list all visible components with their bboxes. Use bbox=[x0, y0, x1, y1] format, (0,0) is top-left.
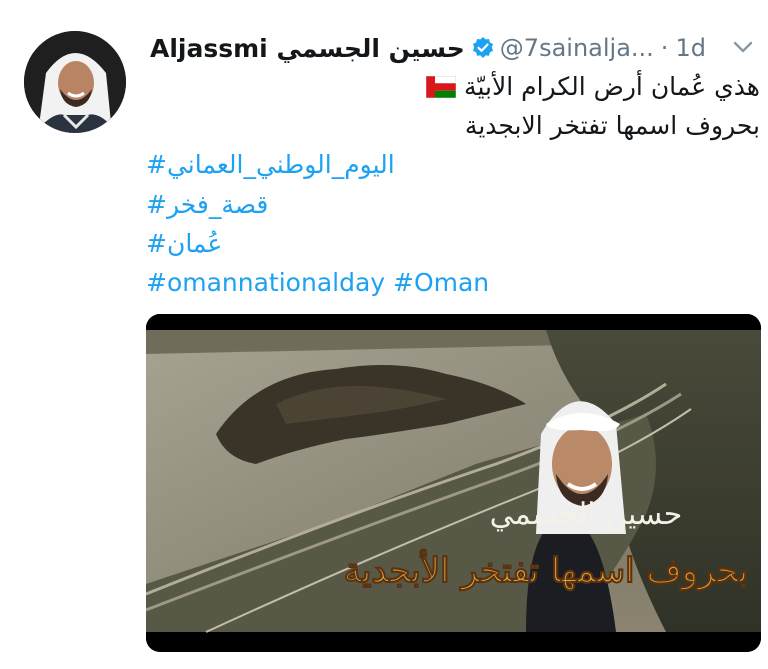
chevron-down-icon[interactable] bbox=[732, 36, 754, 58]
hashtag-link[interactable]: #عُمان bbox=[146, 229, 222, 258]
hashtag-link[interactable]: #اليوم_الوطني_العماني bbox=[146, 150, 395, 179]
tweet-text-line-1: هذي عُمان أرض الكرام الأبيّة bbox=[418, 72, 760, 101]
user-handle[interactable]: @7sainalja... bbox=[500, 34, 654, 62]
meta-separator: · bbox=[660, 34, 669, 62]
hashtag-link[interactable]: #omannationalday #Oman bbox=[146, 268, 489, 297]
timestamp[interactable]: 1d bbox=[675, 34, 706, 62]
oman-flag-icon bbox=[425, 75, 457, 99]
tweet-header: Aljassmi حسين الجسمي @7sainalja... · 1d bbox=[150, 28, 760, 68]
tweet-card[interactable]: Aljassmi حسين الجسمي @7sainalja... · 1d … bbox=[0, 0, 768, 669]
video-overlay-title: بحروف اسمها تفتخر الأبجدية bbox=[344, 549, 748, 591]
avatar[interactable] bbox=[24, 31, 126, 133]
video-overlay-name: حسين الجسمي bbox=[490, 497, 683, 532]
hashtag-link[interactable]: #قصة_فخر bbox=[146, 190, 268, 219]
tweet-text-line-2: بحروف اسمها تفتخر الابجدية bbox=[464, 111, 760, 140]
display-name[interactable]: Aljassmi حسين الجسمي bbox=[150, 34, 465, 63]
verified-badge-icon bbox=[471, 36, 495, 60]
tweet-text-1: هذي عُمان أرض الكرام الأبيّة bbox=[464, 72, 760, 101]
video-thumbnail[interactable]: حسين الجسمي بحروف اسمها تفتخر الأبجدية bbox=[146, 314, 761, 652]
